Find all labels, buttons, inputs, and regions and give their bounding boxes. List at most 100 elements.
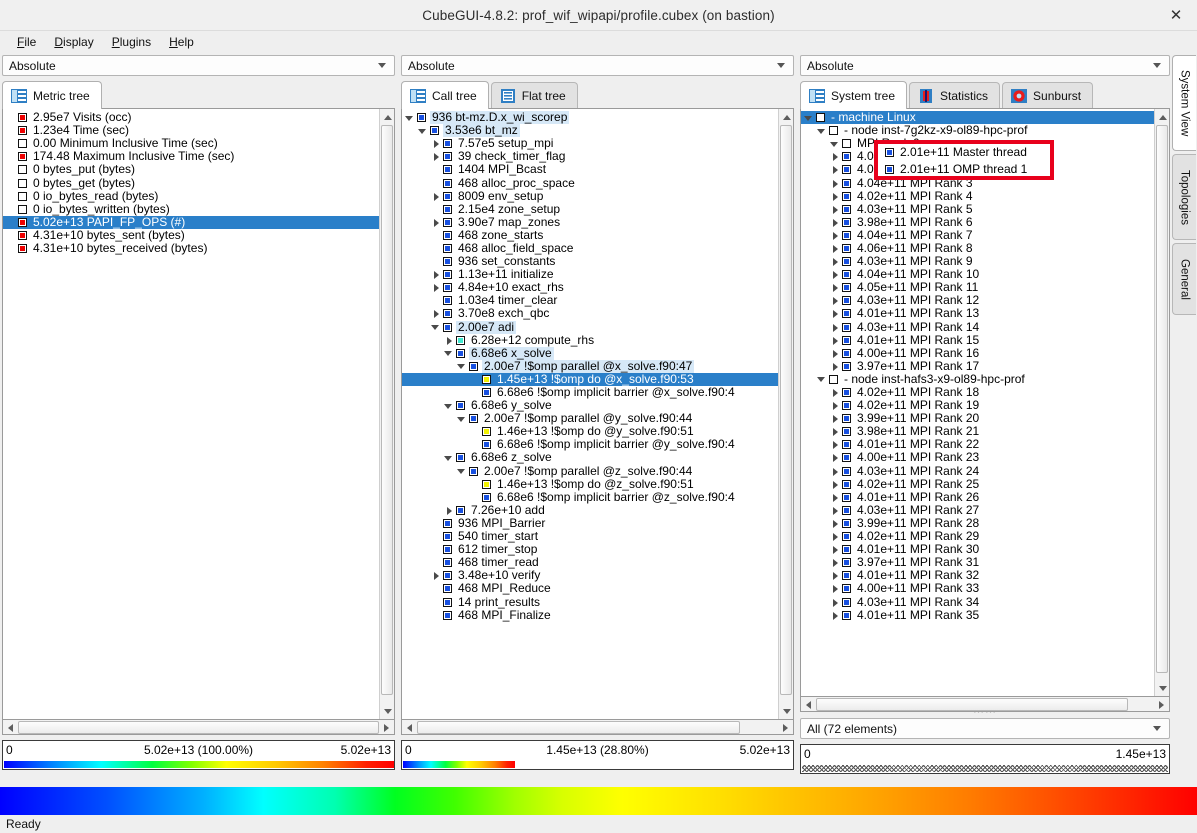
tree-row[interactable]: 4.31e+10 bytes_received (bytes) bbox=[3, 242, 379, 255]
expand-arrow-icon[interactable] bbox=[430, 190, 442, 202]
tree-row[interactable]: 468 MPI_Reduce bbox=[402, 582, 778, 595]
collapse-arrow-icon[interactable] bbox=[443, 400, 455, 412]
scroll-thumb[interactable] bbox=[1156, 125, 1168, 673]
tree-row[interactable]: 4.04e+11 MPI Rank 10 bbox=[801, 268, 1154, 281]
expand-arrow-icon[interactable] bbox=[829, 570, 841, 582]
expand-arrow-icon[interactable] bbox=[829, 164, 841, 176]
tree-row[interactable]: 4.84e+10 exact_rhs bbox=[402, 281, 778, 294]
tree-row[interactable]: 6.68e6 !$omp implicit barrier @x_solve.f… bbox=[402, 386, 778, 399]
expand-arrow-icon[interactable] bbox=[430, 282, 442, 294]
collapse-arrow-icon[interactable] bbox=[829, 138, 841, 150]
collapse-arrow-icon[interactable] bbox=[456, 360, 468, 372]
tree-row[interactable]: 4.02e+11 MPI Rank 4 bbox=[801, 190, 1154, 203]
expand-arrow-icon[interactable] bbox=[829, 491, 841, 503]
tree-row[interactable]: 7.57e5 setup_mpi bbox=[402, 137, 778, 150]
expand-arrow-icon[interactable] bbox=[829, 256, 841, 268]
tree-row[interactable]: 6.28e+12 compute_rhs bbox=[402, 334, 778, 347]
tree-row[interactable]: 0 io_bytes_read (bytes) bbox=[3, 190, 379, 203]
tab-flat-tree[interactable]: Flat tree bbox=[491, 82, 578, 109]
tree-row[interactable]: 1.46e+13 !$omp do @z_solve.f90:51 bbox=[402, 478, 778, 491]
tree-row[interactable]: 4.01e+11 MPI Rank 15 bbox=[801, 334, 1154, 347]
tree-row[interactable]: 3.70e8 exch_qbc bbox=[402, 307, 778, 320]
tree-row[interactable]: 4.03e+11 MPI Rank 34 bbox=[801, 595, 1154, 608]
expand-arrow-icon[interactable] bbox=[829, 596, 841, 608]
hscroll-thumb[interactable] bbox=[816, 698, 1128, 711]
tree-row[interactable]: 3.99e+11 MPI Rank 28 bbox=[801, 517, 1154, 530]
scroll-left-icon[interactable] bbox=[402, 721, 417, 734]
tree-row[interactable]: 3.98e+11 MPI Rank 6 bbox=[801, 216, 1154, 229]
scroll-left-icon[interactable] bbox=[801, 698, 816, 711]
scroll-up-icon[interactable] bbox=[779, 109, 794, 124]
tree-row[interactable]: 7.26e+10 add bbox=[402, 504, 778, 517]
tree-row[interactable]: 4.03e+11 MPI Rank 24 bbox=[801, 465, 1154, 478]
expand-arrow-icon[interactable] bbox=[829, 452, 841, 464]
expand-arrow-icon[interactable] bbox=[829, 216, 841, 228]
tab-metric-tree[interactable]: Metric tree bbox=[2, 81, 102, 109]
tree-row[interactable]: 612 timer_stop bbox=[402, 543, 778, 556]
expand-arrow-icon[interactable] bbox=[829, 557, 841, 569]
expand-arrow-icon[interactable] bbox=[829, 203, 841, 215]
tree-row[interactable]: 4.02e+11 MPI Rank 25 bbox=[801, 478, 1154, 491]
expand-arrow-icon[interactable] bbox=[430, 138, 442, 150]
vtab-general[interactable]: General bbox=[1172, 243, 1196, 315]
expand-arrow-icon[interactable] bbox=[829, 190, 841, 202]
collapse-arrow-icon[interactable] bbox=[456, 413, 468, 425]
tree-row[interactable]: 468 MPI_Finalize bbox=[402, 609, 778, 622]
tab-system-tree[interactable]: System tree bbox=[800, 81, 907, 109]
expand-arrow-icon[interactable] bbox=[829, 413, 841, 425]
tree-row[interactable]: 1.23e4 Time (sec) bbox=[3, 124, 379, 137]
expand-arrow-icon[interactable] bbox=[443, 504, 455, 516]
expand-arrow-icon[interactable] bbox=[829, 242, 841, 254]
tree-row[interactable]: 3.97e+11 MPI Rank 31 bbox=[801, 556, 1154, 569]
tree-row[interactable]: 2.00e7 adi bbox=[402, 321, 778, 334]
scroll-thumb[interactable] bbox=[780, 125, 792, 695]
call-tree[interactable]: 936 bt-mz.D.x_wi_scorep3.53e6 bt_mz7.57e… bbox=[401, 108, 794, 720]
expand-arrow-icon[interactable] bbox=[430, 216, 442, 228]
tree-row[interactable]: 1404 MPI_Bcast bbox=[402, 163, 778, 176]
menu-file[interactable]: File bbox=[8, 33, 45, 51]
tree-row[interactable]: 468 zone_starts bbox=[402, 229, 778, 242]
tree-row[interactable]: 4.01e+11 MPI Rank 35 bbox=[801, 609, 1154, 622]
tree-row[interactable]: - node inst-7g2kz-x9-ol89-hpc-prof bbox=[801, 124, 1154, 137]
tree-row[interactable]: 936 MPI_Barrier bbox=[402, 517, 778, 530]
expand-arrow-icon[interactable] bbox=[829, 465, 841, 477]
tree-row[interactable]: 3.90e7 map_zones bbox=[402, 216, 778, 229]
tree-row[interactable]: 4.00e+11 MPI Rank 16 bbox=[801, 347, 1154, 360]
expand-arrow-icon[interactable] bbox=[430, 570, 442, 582]
tree-row[interactable]: 4.05e+11 MPI Rank 11 bbox=[801, 281, 1154, 294]
scroll-up-icon[interactable] bbox=[380, 109, 395, 124]
vtab-topologies[interactable]: Topologies bbox=[1172, 154, 1196, 240]
tree-row[interactable]: 4.02e+11 MPI Rank 29 bbox=[801, 530, 1154, 543]
metric-tree[interactable]: 2.95e7 Visits (occ)1.23e4 Time (sec)0.00… bbox=[2, 108, 395, 720]
call-tree-hscrollbar[interactable] bbox=[401, 720, 794, 735]
tree-row[interactable]: 4.03e+11 MPI Rank 14 bbox=[801, 321, 1154, 334]
collapse-arrow-icon[interactable] bbox=[443, 347, 455, 359]
scroll-right-icon[interactable] bbox=[1154, 698, 1169, 711]
tree-row[interactable]: 4.01e+11 MPI Rank 26 bbox=[801, 491, 1154, 504]
tree-row[interactable]: 2.15e4 zone_setup bbox=[402, 203, 778, 216]
expand-arrow-icon[interactable] bbox=[829, 426, 841, 438]
tree-row[interactable]: 14 print_results bbox=[402, 595, 778, 608]
tree-row[interactable]: 2.00e7 !$omp parallel @x_solve.f90:47 bbox=[402, 360, 778, 373]
expand-arrow-icon[interactable] bbox=[829, 478, 841, 490]
tree-row[interactable]: - node inst-hafs3-x9-ol89-hpc-prof bbox=[801, 373, 1154, 386]
expand-arrow-icon[interactable] bbox=[829, 321, 841, 333]
expand-arrow-icon[interactable] bbox=[829, 504, 841, 516]
expand-arrow-icon[interactable] bbox=[829, 400, 841, 412]
expand-arrow-icon[interactable] bbox=[829, 583, 841, 595]
tree-row[interactable]: 4.01e+11 MPI Rank 32 bbox=[801, 569, 1154, 582]
tree-row[interactable]: 468 alloc_proc_space bbox=[402, 176, 778, 189]
tree-row[interactable]: 1.13e+11 initialize bbox=[402, 268, 778, 281]
tree-row[interactable]: 1.46e+13 !$omp do @y_solve.f90:51 bbox=[402, 425, 778, 438]
system-elements-combo[interactable]: All (72 elements) bbox=[800, 718, 1170, 739]
tree-row[interactable]: 8009 env_setup bbox=[402, 190, 778, 203]
tree-row[interactable]: 4.06e+11 MPI Rank 8 bbox=[801, 242, 1154, 255]
expand-arrow-icon[interactable] bbox=[443, 334, 455, 346]
expand-arrow-icon[interactable] bbox=[829, 269, 841, 281]
system-tree-vscrollbar[interactable] bbox=[1154, 109, 1169, 696]
collapse-arrow-icon[interactable] bbox=[803, 112, 815, 124]
tree-row[interactable]: 4.02e+11 MPI Rank 18 bbox=[801, 386, 1154, 399]
tree-row[interactable]: 2.00e7 !$omp parallel @z_solve.f90:44 bbox=[402, 465, 778, 478]
tree-row[interactable]: 4.01e+11 MPI Rank 13 bbox=[801, 307, 1154, 320]
collapse-arrow-icon[interactable] bbox=[404, 112, 416, 124]
